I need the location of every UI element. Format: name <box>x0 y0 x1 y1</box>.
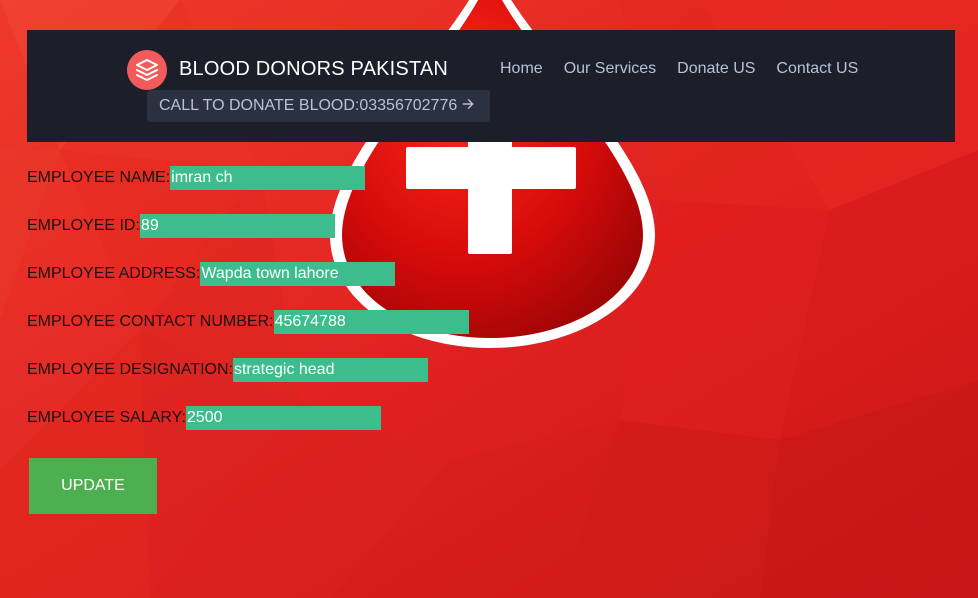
employee-designation-label: EMPLOYEE DESIGNATION: <box>27 361 233 378</box>
brand-title[interactable]: BLOOD DONORS PAKISTAN <box>179 58 448 81</box>
nav-link-donate-us[interactable]: Donate US <box>677 60 755 78</box>
employee-contact-number-label: EMPLOYEE CONTACT NUMBER: <box>27 313 274 330</box>
brand-logo[interactable] <box>127 50 167 90</box>
nav-link-contact-us[interactable]: Contact US <box>776 60 858 78</box>
nav-menu: Home Our Services Donate US Contact US <box>500 60 858 78</box>
nav-link-our-services[interactable]: Our Services <box>564 60 656 78</box>
nav-link-home[interactable]: Home <box>500 60 543 78</box>
employee-designation-input[interactable] <box>232 358 428 382</box>
employee-address-input[interactable] <box>200 262 396 286</box>
employee-name-row: EMPLOYEE NAME: <box>27 166 366 190</box>
employee-salary-label: EMPLOYEE SALARY: <box>27 409 186 426</box>
employee-salary-input[interactable] <box>185 406 381 430</box>
employee-contact-number-input[interactable] <box>273 310 469 334</box>
employee-address-label: EMPLOYEE ADDRESS: <box>27 265 201 282</box>
employee-name-input[interactable] <box>170 166 366 190</box>
employee-id-row: EMPLOYEE ID: <box>27 214 335 238</box>
employee-id-label: EMPLOYEE ID: <box>27 217 140 234</box>
employee-id-input[interactable] <box>139 214 335 238</box>
call-to-donate-button[interactable]: CALL TO DONATE BLOOD:03356702776 <box>147 90 490 122</box>
employee-designation-row: EMPLOYEE DESIGNATION: <box>27 358 428 382</box>
employee-contact-number-row: EMPLOYEE CONTACT NUMBER: <box>27 310 469 334</box>
navbar: BLOOD DONORS PAKISTAN Home Our Services … <box>27 30 955 142</box>
employee-address-row: EMPLOYEE ADDRESS: <box>27 262 396 286</box>
call-to-donate-label: CALL TO DONATE BLOOD:03356702776 <box>159 97 458 114</box>
layers-icon <box>136 59 158 81</box>
employee-salary-row: EMPLOYEE SALARY: <box>27 406 381 430</box>
employee-name-label: EMPLOYEE NAME: <box>27 169 171 186</box>
update-button[interactable]: UPDATE <box>29 458 157 514</box>
arrow-right-icon <box>461 97 475 116</box>
